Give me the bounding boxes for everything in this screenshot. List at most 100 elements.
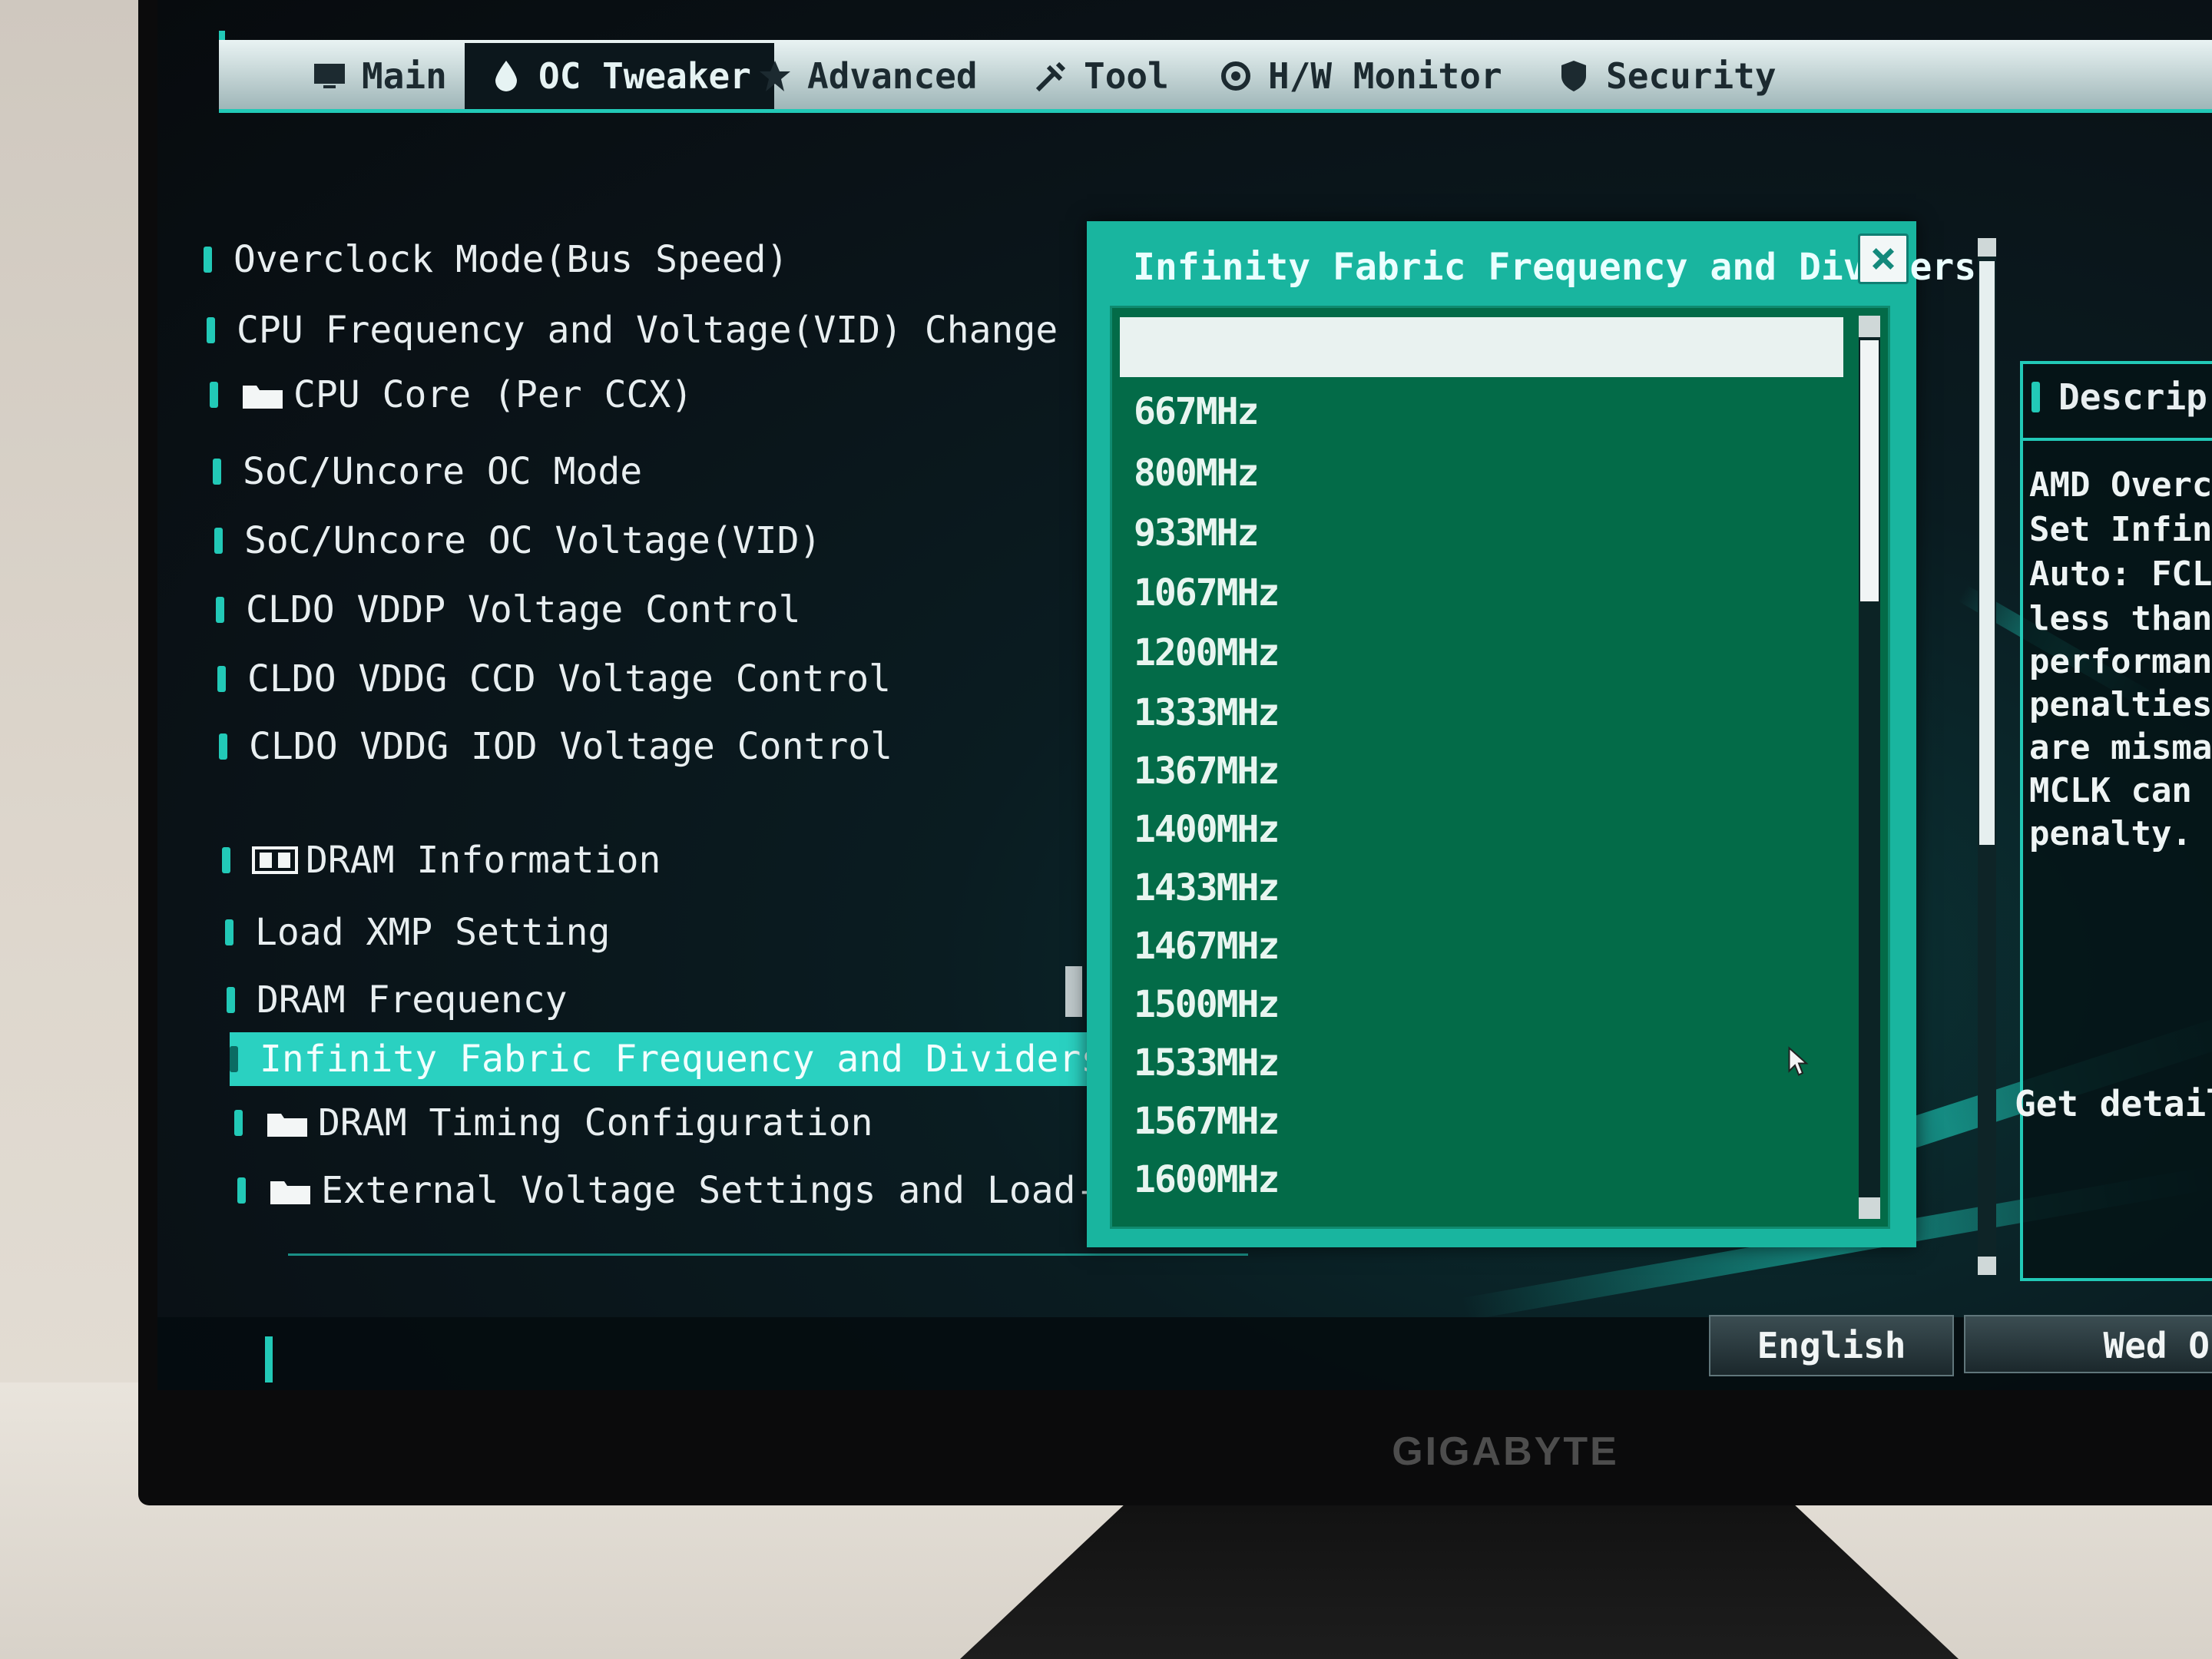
description-line: less than (2029, 599, 2212, 638)
close-button[interactable] (1858, 233, 1909, 284)
tab-label: Main (362, 55, 447, 97)
menu-bullet (230, 1046, 238, 1072)
star-icon (760, 61, 790, 91)
description-line: are mismat (2029, 728, 2212, 767)
menu-item-dram-timing[interactable]: DRAM Timing Configuration (234, 1100, 873, 1146)
menu-item-cldo-vddg-iod[interactable]: CLDO VDDG IOD Voltage Control (219, 724, 892, 770)
popup-scroll-down-arrow[interactable] (1859, 1197, 1880, 1219)
menu-bullet (207, 317, 215, 343)
menu-item-label: CPU Core (Per CCX) (293, 373, 694, 416)
tab-security[interactable]: Security (1555, 46, 1777, 106)
description-header: Descrip (2032, 376, 2207, 418)
memory-icon (252, 846, 298, 874)
option-1500mhz[interactable]: 1500MHz (1134, 978, 1280, 1031)
menu-bullet (219, 733, 227, 760)
frequency-option-list[interactable]: 667MHz 800MHz 933MHz 1067MHz 1200MHz 133… (1110, 306, 1890, 1229)
menu-item-label: SoC/Uncore OC Mode (243, 450, 643, 493)
menu-item-label: CLDO VDDG IOD Voltage Control (249, 725, 893, 768)
bottom-bar-accent (265, 1336, 273, 1382)
menu-scrollbar-thumb[interactable] (1065, 966, 1082, 1017)
main-scroll-up-arrow[interactable] (1978, 238, 1996, 257)
description-line: Set Infini (2029, 510, 2212, 549)
folder-icon (243, 386, 283, 409)
language-button[interactable]: English (1709, 1315, 1954, 1376)
gear-icon (1221, 61, 1250, 91)
popup-scrollbar-thumb[interactable] (1860, 340, 1879, 601)
option-800mhz[interactable]: 800MHz (1134, 446, 1259, 500)
date-time-display: Wed O (1964, 1315, 2212, 1373)
option-1567mhz[interactable]: 1567MHz (1134, 1094, 1280, 1148)
bios-screen: Main OC Tweaker Advanced Tool H/W Monito… (157, 0, 2212, 1390)
option-1400mhz[interactable]: 1400MHz (1134, 803, 1280, 856)
menu-item-cpu-frequency-voltage[interactable]: CPU Frequency and Voltage(VID) Change (207, 307, 1058, 353)
description-title: Descrip (2058, 376, 2207, 418)
menu-item-overclock-mode[interactable]: Overclock Mode(Bus Speed) (204, 237, 788, 283)
menu-bullet (234, 1110, 243, 1136)
menu-item-label: DRAM Frequency (257, 979, 568, 1022)
description-line: MCLK can n (2029, 771, 2212, 810)
option-1367mhz[interactable]: 1367MHz (1134, 744, 1280, 798)
menu-item-dram-frequency[interactable]: DRAM Frequency (227, 977, 568, 1023)
menu-item-label: Infinity Fabric Frequency and Dividers (260, 1038, 1104, 1081)
menu-bullet (222, 847, 230, 873)
menu-item-label: CLDO VDDG CCD Voltage Control (247, 657, 892, 700)
popup-title: Infinity Fabric Frequency and Dividers (1133, 246, 1977, 289)
main-scroll-down-arrow[interactable] (1978, 1257, 1996, 1275)
menu-bullet (216, 597, 224, 623)
shield-icon (1561, 61, 1586, 91)
tab-label: Advanced (807, 55, 978, 97)
menu-item-cldo-vddp[interactable]: CLDO VDDP Voltage Control (216, 587, 800, 633)
menu-item-dram-information[interactable]: DRAM Information (222, 837, 661, 883)
tab-label: Security (1606, 55, 1777, 97)
mouse-cursor-icon (1788, 1046, 1809, 1076)
tab-tool[interactable]: Tool (1033, 46, 1169, 106)
main-scrollbar-thumb[interactable] (1979, 261, 1995, 845)
menu-bullet (213, 459, 221, 485)
tab-label: OC Tweaker (538, 55, 751, 97)
option-1067mhz[interactable]: 1067MHz (1134, 566, 1280, 620)
droplet-icon (495, 61, 517, 91)
description-line: Auto: FCLK (2029, 555, 2212, 594)
option-933mhz[interactable]: 933MHz (1134, 506, 1259, 560)
get-details-link[interactable]: Get details (2015, 1083, 2212, 1124)
menu-bullet (237, 1177, 246, 1204)
menu-item-cldo-vddg-ccd[interactable]: CLDO VDDG CCD Voltage Control (217, 656, 891, 702)
frequency-popup-dialog: Infinity Fabric Frequency and Dividers 6… (1087, 221, 1977, 1247)
menu-bullet (225, 919, 233, 945)
option-667mhz[interactable]: 667MHz (1134, 385, 1259, 439)
menu-bullet (227, 987, 235, 1013)
option-1533mhz[interactable]: 1533MHz (1134, 1036, 1280, 1090)
selected-option-highlight[interactable] (1120, 317, 1843, 377)
option-1333mhz[interactable]: 1333MHz (1134, 686, 1280, 740)
description-line: performanc (2029, 642, 2212, 681)
description-divider (2020, 438, 2212, 441)
option-1467mhz[interactable]: 1467MHz (1134, 919, 1280, 973)
popup-scroll-up-arrow[interactable] (1859, 316, 1880, 337)
menu-bullet (214, 528, 223, 554)
tab-advanced[interactable]: Advanced (757, 46, 978, 106)
description-line: penalty. (2029, 814, 2192, 853)
menu-item-load-xmp-setting[interactable]: Load XMP Setting (225, 909, 610, 955)
menu-item-soc-uncore-oc-voltage[interactable]: SoC/Uncore OC Voltage(VID) (214, 518, 821, 564)
description-line: AMD Overcl (2029, 465, 2212, 505)
menu-item-infinity-fabric[interactable]: Infinity Fabric Frequency and Dividers (230, 1032, 1159, 1086)
menu-divider (288, 1253, 1248, 1256)
menu-item-label: DRAM Information (306, 839, 661, 882)
tab-hw-monitor[interactable]: H/W Monitor (1217, 46, 1502, 106)
tab-oc-tweaker[interactable]: OC Tweaker (465, 43, 774, 109)
description-line: penalties (2029, 685, 2212, 724)
tab-bar: Main OC Tweaker Advanced Tool H/W Monito… (219, 40, 2212, 113)
menu-item-cpu-core[interactable]: CPU Core (Per CCX) (210, 372, 693, 418)
option-1200mhz[interactable]: 1200MHz (1134, 626, 1280, 680)
option-1433mhz[interactable]: 1433MHz (1134, 861, 1280, 915)
menu-item-soc-uncore-oc-mode[interactable]: SoC/Uncore OC Mode (213, 449, 642, 495)
monitor-brand-logo: GIGABYTE (1392, 1429, 1619, 1474)
option-1600mhz[interactable]: 1600MHz (1134, 1153, 1280, 1207)
menu-item-label: Overclock Mode(Bus Speed) (233, 238, 789, 281)
tab-main[interactable]: Main (311, 46, 447, 106)
menu-item-label: Load XMP Setting (255, 911, 611, 954)
folder-icon (267, 1114, 307, 1137)
tools-icon (1035, 61, 1066, 92)
close-icon (1872, 247, 1895, 270)
menu-bullet (217, 666, 226, 692)
